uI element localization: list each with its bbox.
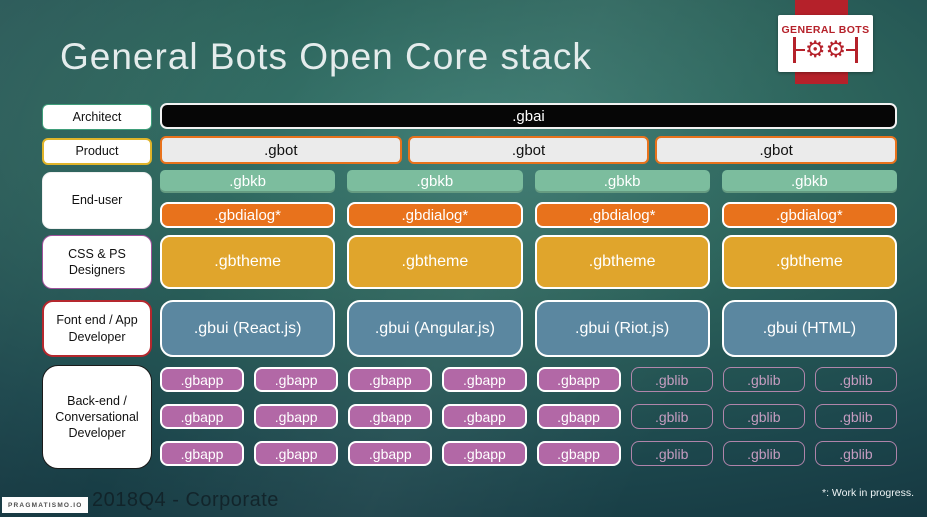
gblib-block: .gblib — [630, 404, 713, 429]
gbtheme-block: .gbtheme — [347, 235, 523, 289]
gbapp-block: .gbapp — [254, 367, 339, 392]
gbui-react-block: .gbui (React.js) — [160, 300, 336, 357]
gblib-block: .gblib — [630, 441, 713, 466]
row-gbui: .gbui (React.js) .gbui (Angular.js) .gbu… — [160, 300, 897, 357]
gbui-riot-block: .gbui (Riot.js) — [534, 300, 710, 357]
gbai-block: .gbai — [160, 103, 897, 129]
gbapp-block: .gbapp — [348, 404, 433, 429]
row-product: .gbot .gbot .gbot — [160, 136, 898, 164]
logo-line-left — [795, 48, 805, 52]
row-gbdialog: .gbdialog* .gbdialog* .gbdialog* .gbdial… — [160, 202, 897, 228]
gbapp-block: .gbapp — [536, 404, 621, 429]
row-backend-3: .gbapp .gbapp .gbapp .gbapp .gbapp .gbli… — [160, 441, 897, 466]
gbot-block: .gbot — [655, 136, 898, 164]
footer-text: 2018Q4 - Corporate — [92, 489, 279, 511]
gblib-block: .gblib — [722, 367, 805, 392]
gbdialog-block: .gbdialog* — [160, 202, 336, 228]
pragmatismo-logo: PRAGMATISMO.IO — [2, 497, 89, 513]
row-label-backend-developer: Back-end / Conversational Developer — [42, 365, 152, 469]
gbdialog-block: .gbdialog* — [347, 202, 523, 228]
row-label-architect: Architect — [42, 104, 152, 130]
gbtheme-block: .gbtheme — [721, 235, 897, 289]
gbapp-block: .gbapp — [160, 367, 245, 392]
gear-icon: ⚙ — [825, 36, 847, 63]
gblib-block: .gblib — [814, 367, 897, 392]
gbdialog-block: .gbdialog* — [534, 202, 710, 228]
gbapp-block: .gbapp — [254, 404, 339, 429]
row-backend-1: .gbapp .gbapp .gbapp .gbapp .gbapp .gbli… — [160, 367, 897, 392]
gbapp-block: .gbapp — [442, 404, 527, 429]
gbkb-block: .gbkb — [721, 170, 897, 193]
gbdialog-block: .gbdialog* — [721, 202, 897, 228]
gbapp-block: .gbapp — [442, 441, 527, 466]
gbot-block: .gbot — [160, 136, 402, 164]
gbapp-block: .gbapp — [160, 404, 245, 429]
gbkb-block: .gbkb — [160, 170, 336, 193]
logo-text: GENERAL BOTS — [781, 24, 870, 36]
gbapp-block: .gbapp — [442, 367, 527, 392]
gbkb-block: .gbkb — [534, 170, 710, 193]
gbui-angular-block: .gbui (Angular.js) — [347, 300, 523, 357]
gblib-block: .gblib — [814, 441, 897, 466]
slide: General Bots Open Core stack GENERAL BOT… — [0, 0, 927, 517]
gbtheme-block: .gbtheme — [534, 235, 710, 289]
gbkb-block: .gbkb — [347, 170, 523, 193]
gbapp-block: .gbapp — [348, 367, 433, 392]
row-gbkb: .gbkb .gbkb .gbkb .gbkb — [160, 170, 897, 193]
gblib-block: .gblib — [630, 367, 713, 392]
gbapp-block: .gbapp — [160, 441, 245, 466]
row-gbtheme: .gbtheme .gbtheme .gbtheme .gbtheme — [160, 235, 897, 289]
row-architect: .gbai — [160, 103, 897, 129]
gblib-block: .gblib — [722, 404, 805, 429]
work-in-progress-footnote: *: Work in progress. — [821, 487, 914, 499]
gear-icon: ⚙ — [804, 36, 826, 63]
gblib-block: .gblib — [814, 404, 897, 429]
logo-line-right — [846, 48, 856, 52]
row-label-product: Product — [42, 138, 152, 165]
gbot-block: .gbot — [407, 136, 650, 164]
gbapp-block: .gbapp — [536, 441, 621, 466]
gbapp-block: .gbapp — [348, 441, 433, 466]
logo-bar-right — [855, 37, 858, 63]
row-label-frontend-developer: Font end / App Developer — [42, 300, 152, 357]
gbapp-block: .gbapp — [536, 367, 621, 392]
gblib-block: .gblib — [722, 441, 805, 466]
row-label-css-ps-designers: CSS & PS Designers — [42, 235, 152, 289]
row-label-end-user: End-user — [42, 172, 152, 229]
gbui-html-block: .gbui (HTML) — [721, 300, 897, 357]
page-title: General Bots Open Core stack — [60, 36, 592, 77]
logo-gears-icon: ⚙ ⚙ — [793, 36, 858, 63]
gbapp-block: .gbapp — [254, 441, 339, 466]
gbtheme-block: .gbtheme — [160, 235, 336, 289]
row-backend-2: .gbapp .gbapp .gbapp .gbapp .gbapp .gbli… — [160, 404, 897, 429]
general-bots-logo: GENERAL BOTS ⚙ ⚙ — [778, 15, 873, 72]
